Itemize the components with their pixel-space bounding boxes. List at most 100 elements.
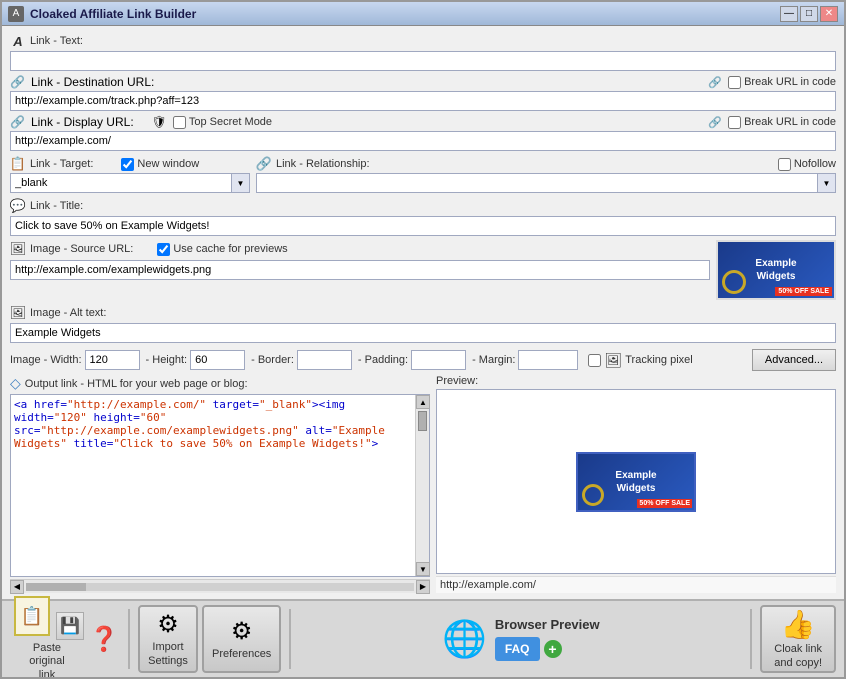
break-url-2-label[interactable]: Break URL in code bbox=[728, 116, 836, 129]
image-source-icon: 🖼 bbox=[10, 241, 26, 257]
scroll-down-btn[interactable]: ▼ bbox=[416, 562, 430, 576]
preview-sale-badge: 50% OFF SALE bbox=[637, 499, 692, 508]
link-text-input[interactable] bbox=[10, 51, 836, 71]
browser-preview-group: 🌐 Browser Preview FAQ + bbox=[299, 617, 742, 661]
height-group: - Height: bbox=[146, 350, 246, 370]
toolbar-separator-1 bbox=[128, 609, 130, 669]
new-window-label[interactable]: New window bbox=[121, 158, 199, 171]
output-label: ◇ Output link - HTML for your web page o… bbox=[10, 375, 430, 392]
main-content: A Link - Text: 🔗 Link - Destination URL:… bbox=[2, 26, 844, 599]
border-label: - Border: bbox=[251, 354, 294, 366]
shield-icon: 🛡 bbox=[152, 115, 167, 129]
close-button[interactable]: ✕ bbox=[820, 6, 838, 22]
width-input[interactable] bbox=[85, 350, 140, 370]
sale-badge: 50% OFF SALE bbox=[775, 287, 832, 296]
break-url-1-label[interactable]: Break URL in code bbox=[728, 76, 836, 89]
display-url-field: 🔗 Link - Display URL: 🛡 Top Secret Mode … bbox=[10, 115, 836, 151]
margin-label: - Margin: bbox=[472, 354, 515, 366]
relationship-icon: 🔗 bbox=[256, 156, 272, 172]
break-url-1-checkbox[interactable] bbox=[728, 76, 741, 89]
top-secret-label[interactable]: Top Secret Mode bbox=[173, 116, 272, 129]
gear-decoration bbox=[722, 270, 746, 294]
tracking-pixel-checkbox[interactable] bbox=[588, 354, 601, 367]
dest-url-icon: 🔗 bbox=[10, 75, 25, 89]
scroll-right-btn[interactable]: ▶ bbox=[416, 580, 430, 594]
use-cache-label[interactable]: Use cache for previews bbox=[157, 243, 287, 256]
advanced-button[interactable]: Advanced... bbox=[752, 349, 836, 371]
import-settings-button[interactable]: ⚙ Import Settings bbox=[138, 605, 198, 673]
width-label: Image - Width: bbox=[10, 354, 82, 366]
minimize-button[interactable]: — bbox=[780, 6, 798, 22]
nofollow-checkbox[interactable] bbox=[778, 158, 791, 171]
display-url-input[interactable] bbox=[10, 131, 836, 151]
import-icon: ⚙ bbox=[157, 610, 179, 639]
preferences-label: Preferences bbox=[212, 648, 271, 661]
preview-label: Preview: bbox=[436, 375, 836, 387]
new-window-checkbox[interactable] bbox=[121, 158, 134, 171]
link-text-field: A Link - Text: bbox=[10, 32, 836, 71]
image-preview: Example Widgets 50% OFF SALE bbox=[716, 240, 836, 300]
margin-input[interactable] bbox=[518, 350, 578, 370]
top-secret-checkbox[interactable] bbox=[173, 116, 186, 129]
save-button[interactable]: 💾 bbox=[56, 612, 84, 640]
image-alt-label: 🖼 Image - Alt text: bbox=[10, 304, 836, 322]
link-title-field: 💬 Link - Title: bbox=[10, 197, 836, 236]
relationship-select-wrapper: ▼ bbox=[256, 173, 836, 193]
border-input[interactable] bbox=[297, 350, 352, 370]
help-button[interactable]: ❓ bbox=[88, 623, 120, 655]
dest-url-input[interactable] bbox=[10, 91, 836, 111]
help-icon: ❓ bbox=[89, 625, 119, 654]
scroll-left-btn[interactable]: ◀ bbox=[10, 580, 24, 594]
maximize-button[interactable]: □ bbox=[800, 6, 818, 22]
relationship-section: 🔗 Link - Relationship: Nofollow ▼ bbox=[256, 155, 836, 193]
tracking-pixel-icon: 🖼 bbox=[604, 352, 622, 369]
main-window: A Cloaked Affiliate Link Builder — □ ✕ A… bbox=[0, 0, 846, 679]
use-cache-checkbox[interactable] bbox=[157, 243, 170, 256]
target-dropdown-btn[interactable]: ▼ bbox=[232, 173, 250, 193]
target-input[interactable] bbox=[10, 173, 232, 193]
title-bar: A Cloaked Affiliate Link Builder — □ ✕ bbox=[2, 2, 844, 26]
preview-box: Example Widgets 50% OFF SALE bbox=[436, 389, 836, 574]
cloak-label: Cloak link and copy! bbox=[774, 643, 822, 669]
image-source-row: 🖼 Image - Source URL: Use cache for prev… bbox=[10, 240, 836, 300]
clipboard-icon: 📋 bbox=[14, 596, 50, 636]
save-icon: 💾 bbox=[60, 616, 80, 636]
tracking-pixel-label[interactable]: 🖼 Tracking pixel bbox=[588, 352, 692, 369]
image-alt-input[interactable] bbox=[10, 323, 836, 343]
padding-group: - Padding: bbox=[358, 350, 466, 370]
paste-label: Paste original link bbox=[29, 642, 64, 679]
output-scroll-area: <a href="http://example.com/" target="_b… bbox=[10, 394, 430, 577]
h-scroll-track bbox=[26, 583, 414, 591]
h-scroll-thumb[interactable] bbox=[26, 583, 86, 591]
image-alt-field: 🖼 Image - Alt text: bbox=[10, 304, 836, 343]
window-controls: — □ ✕ bbox=[780, 6, 838, 22]
vertical-scrollbar[interactable]: ▲ ▼ bbox=[415, 395, 429, 576]
paste-group: 📋 💾 Paste original link bbox=[10, 596, 84, 679]
link-text-label: A Link - Text: bbox=[10, 32, 836, 50]
preview-url-display: http://example.com/ bbox=[436, 576, 836, 593]
add-button[interactable]: + bbox=[544, 640, 562, 658]
faq-button[interactable]: FAQ bbox=[495, 637, 540, 661]
dest-url-field: 🔗 Link - Destination URL: 🔗 Break URL in… bbox=[10, 75, 836, 111]
cloak-copy-button[interactable]: 👍 Cloak link and copy! bbox=[760, 605, 836, 673]
height-label: - Height: bbox=[146, 354, 188, 366]
preferences-button[interactable]: ⚙ Preferences bbox=[202, 605, 281, 673]
preview-text: Example Widgets bbox=[753, 255, 798, 285]
window-title: Cloaked Affiliate Link Builder bbox=[30, 7, 780, 21]
scroll-thumb[interactable] bbox=[418, 411, 427, 431]
nofollow-label[interactable]: Nofollow bbox=[778, 158, 836, 171]
horizontal-scrollbar[interactable]: ◀ ▶ bbox=[10, 579, 430, 593]
height-input[interactable] bbox=[190, 350, 245, 370]
image-source-label: 🖼 Image - Source URL: Use cache for prev… bbox=[10, 240, 710, 258]
relationship-input[interactable] bbox=[256, 173, 818, 193]
link-title-input[interactable] bbox=[10, 216, 836, 236]
image-source-input[interactable] bbox=[10, 260, 710, 280]
app-icon: A bbox=[8, 6, 24, 22]
relationship-dropdown-btn[interactable]: ▼ bbox=[818, 173, 836, 193]
scroll-up-btn[interactable]: ▲ bbox=[416, 395, 430, 409]
display-url-header-row: 🔗 Link - Display URL: 🛡 Top Secret Mode … bbox=[10, 115, 836, 129]
break-url-2-checkbox[interactable] bbox=[728, 116, 741, 129]
preview-section: Preview: Example Widgets 50% OFF SALE ht… bbox=[436, 375, 836, 593]
padding-input[interactable] bbox=[411, 350, 466, 370]
browser-preview-label: Browser Preview bbox=[495, 617, 600, 633]
